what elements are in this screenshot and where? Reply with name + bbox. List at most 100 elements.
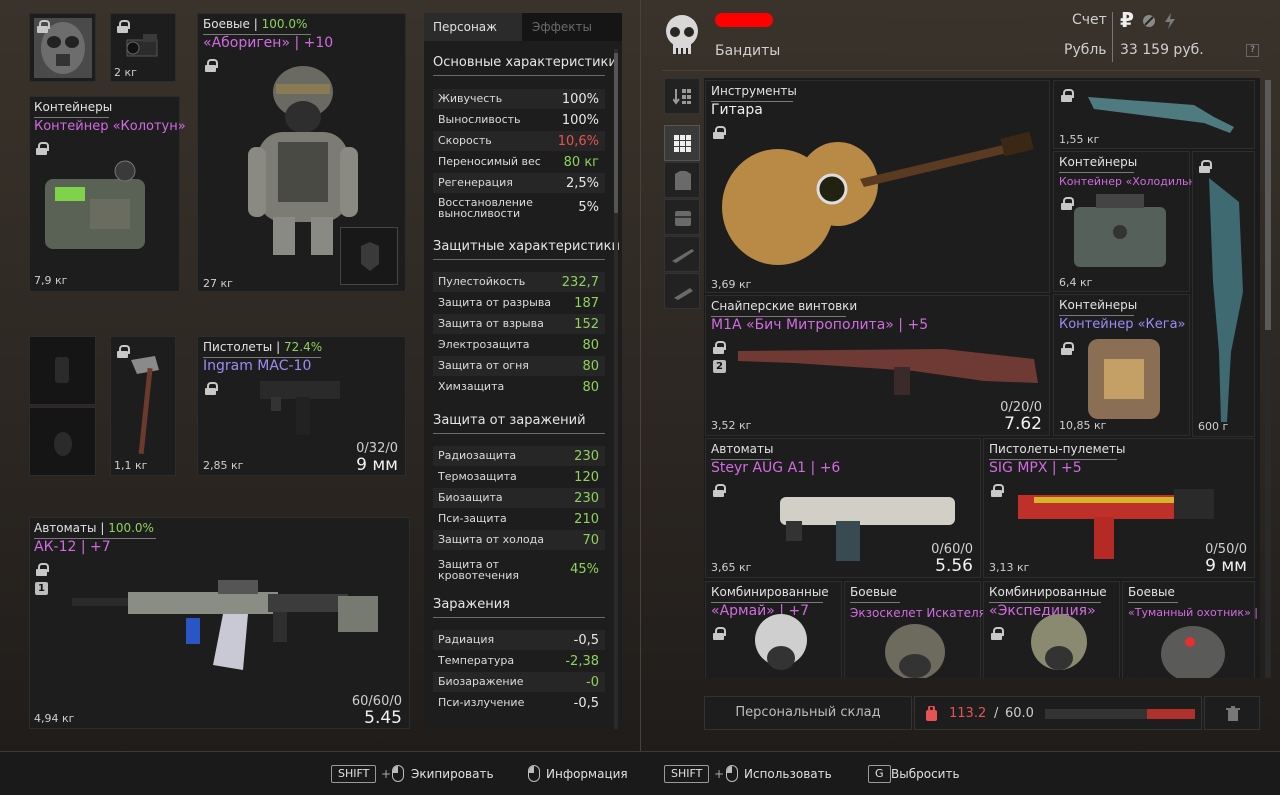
stat-value: 120 xyxy=(574,470,599,485)
artifact-icon xyxy=(55,357,69,383)
tab-effects[interactable]: Эффекты xyxy=(522,13,622,41)
stash-item-armor-armai[interactable]: Комбинированные «Армай» | +7 xyxy=(705,581,842,678)
filter-container-button[interactable] xyxy=(664,199,700,235)
bolt-icon[interactable] xyxy=(1162,12,1178,30)
mouse-left-icon xyxy=(726,765,738,782)
personal-stash-button[interactable]: Персональный склад xyxy=(704,696,912,730)
stats-section-title: Защитные характеристики xyxy=(433,239,620,254)
lock-icon xyxy=(991,484,1004,497)
mouse-left-icon xyxy=(392,765,404,782)
tab-character[interactable]: Персонаж xyxy=(424,13,522,41)
stat-label: Переносимый вес xyxy=(438,155,541,168)
stat-label: Радиозащита xyxy=(438,449,517,462)
stat-row: Электрозащита 80 xyxy=(433,335,605,355)
filter-all-button[interactable] xyxy=(664,125,700,161)
item-category: Контейнеры xyxy=(1059,298,1138,312)
stat-row: Биозащита 230 xyxy=(433,488,605,508)
stash-item-knife[interactable]: 1,55 кг xyxy=(1053,80,1255,149)
balance: 33 159 руб. xyxy=(1120,42,1204,58)
stat-label: Регенерация xyxy=(438,176,513,189)
filter-rifle-button[interactable] xyxy=(664,236,700,272)
stat-row: Защита от огня 80 xyxy=(433,356,605,376)
rifle-filter-icon xyxy=(672,249,694,263)
lock-icon xyxy=(713,627,726,640)
stash-item-aug[interactable]: Автоматы Steyr AUG A1 | +6 0/60/0 5.56 3… xyxy=(705,438,981,578)
pistol-slot[interactable]: Пистолеты | 72.4% Ingram MAC-10 0/32/0 9… xyxy=(197,336,406,476)
help-button[interactable]: ? xyxy=(1246,44,1259,57)
stash-item-cold-container[interactable]: Контейнеры Контейнер «Холодильн... 6,4 к… xyxy=(1053,151,1206,292)
container-slot[interactable]: Контейнеры Контейнер «Колотун» 7,9 кг xyxy=(29,96,186,292)
stash-item-keg-container[interactable]: Контейнеры Контейнер «Кега» 10,85 кг xyxy=(1053,294,1190,436)
item-category: Пистолеты-пулеметы xyxy=(989,442,1126,456)
rifle-category: Автоматы | 100.0% xyxy=(34,521,154,535)
stash-item-guitar[interactable]: Инструменты Гитара 3,69 кг xyxy=(705,80,1050,293)
equip-hint: Экипировать xyxy=(411,767,494,781)
shift-key: SHIFT xyxy=(331,765,377,783)
coin-icon[interactable] xyxy=(1142,14,1156,28)
stats-section-title: Защита от заражений xyxy=(433,413,586,428)
stash-item-mpx[interactable]: Пистолеты-пулеметы SIG MPX | +5 0/50/0 9… xyxy=(983,438,1255,578)
stat-value: 230 xyxy=(574,449,599,464)
sort-button[interactable] xyxy=(664,78,700,114)
lock-icon xyxy=(1061,89,1074,102)
item-weight: 2,85 кг xyxy=(203,459,244,472)
artifact-slot[interactable] xyxy=(29,336,96,405)
guitar-icon xyxy=(722,131,1034,265)
stat-label: Пулестойкость xyxy=(438,275,526,288)
stash-scrollbar[interactable] xyxy=(1265,80,1271,678)
stash-item-armor-exo[interactable]: Боевые Экзоскелет Искателя xyxy=(844,581,986,678)
weight-max: 60.0 xyxy=(1005,706,1034,721)
stat-label: Пси-излучение xyxy=(438,696,525,709)
container-category: Контейнеры xyxy=(34,100,113,114)
stat-row: Защита от холода 70 xyxy=(433,530,605,550)
lock-icon xyxy=(117,20,130,33)
device-slot[interactable]: 2 кг xyxy=(110,13,176,82)
stats-panel: Персонаж Эффекты Основные характеристики… xyxy=(424,13,622,729)
item-category: Автоматы xyxy=(711,442,774,456)
weight-progress-fill xyxy=(1147,709,1195,719)
rifle-slot[interactable]: Автоматы | 100.0% АК-12 | +7 1 60/60/0 5… xyxy=(29,517,410,729)
skull-icon xyxy=(666,15,698,55)
stat-value: 232,7 xyxy=(561,275,599,290)
item-weight: 7,9 кг xyxy=(34,274,68,287)
container-icon xyxy=(45,160,145,249)
stat-row: Выносливость 100% xyxy=(433,110,605,130)
account-label: Счет xyxy=(1072,12,1107,28)
filter-armor-button[interactable] xyxy=(664,162,700,198)
container-filter-icon xyxy=(675,211,691,226)
trash-icon xyxy=(1226,706,1240,721)
redacted-username xyxy=(715,13,773,27)
stash-scroll-thumb[interactable] xyxy=(1265,80,1271,330)
item-category: Снайперские винтовки xyxy=(711,299,858,313)
ruble-icon[interactable]: ₽ xyxy=(1120,8,1134,32)
stats-scroll-thumb[interactable] xyxy=(614,53,618,213)
lock-icon xyxy=(205,59,218,72)
stat-label: Биозаражение xyxy=(438,675,524,688)
grenade-slot[interactable] xyxy=(29,407,96,476)
stash-item-blade[interactable]: 600 г xyxy=(1192,151,1255,437)
filter-pistol-button[interactable] xyxy=(664,273,700,309)
lock-icon xyxy=(713,484,726,497)
trash-button[interactable] xyxy=(1204,696,1260,730)
stats-scrollbar[interactable] xyxy=(614,49,618,729)
armor-module-slot[interactable] xyxy=(340,227,398,285)
stat-value: -2,38 xyxy=(565,654,599,669)
stash-item-armor-expedition[interactable]: Комбинированные «Экспедиция» xyxy=(983,581,1120,678)
stat-row: Радиация -0,5 xyxy=(433,630,605,650)
item-category: Инструменты xyxy=(711,84,797,98)
night-vision-icon xyxy=(126,34,158,57)
stat-label: Электрозащита xyxy=(438,338,530,351)
lock-icon xyxy=(205,382,218,395)
mask-slot[interactable] xyxy=(29,13,96,82)
stash-item-armor-hunter[interactable]: Боевые «Туманный охотник» | + xyxy=(1122,581,1260,678)
item-weight: 3,13 кг xyxy=(989,561,1030,574)
stat-value: 210 xyxy=(574,512,599,527)
g-key: G xyxy=(868,765,891,783)
stat-label: Химзащита xyxy=(438,380,505,393)
armor-slot[interactable]: Боевые | 100.0% «Абориген» | +10 27 кг xyxy=(197,13,406,292)
stat-value: 2,5% xyxy=(565,176,599,191)
stat-value: 230 xyxy=(574,491,599,506)
stash-item-sniper[interactable]: Снайперские винтовки M1A «Бич Митрополит… xyxy=(705,295,1050,436)
ammo-count: 0/60/0 xyxy=(931,542,973,557)
melee-slot[interactable]: 1,1 кг xyxy=(110,336,176,476)
